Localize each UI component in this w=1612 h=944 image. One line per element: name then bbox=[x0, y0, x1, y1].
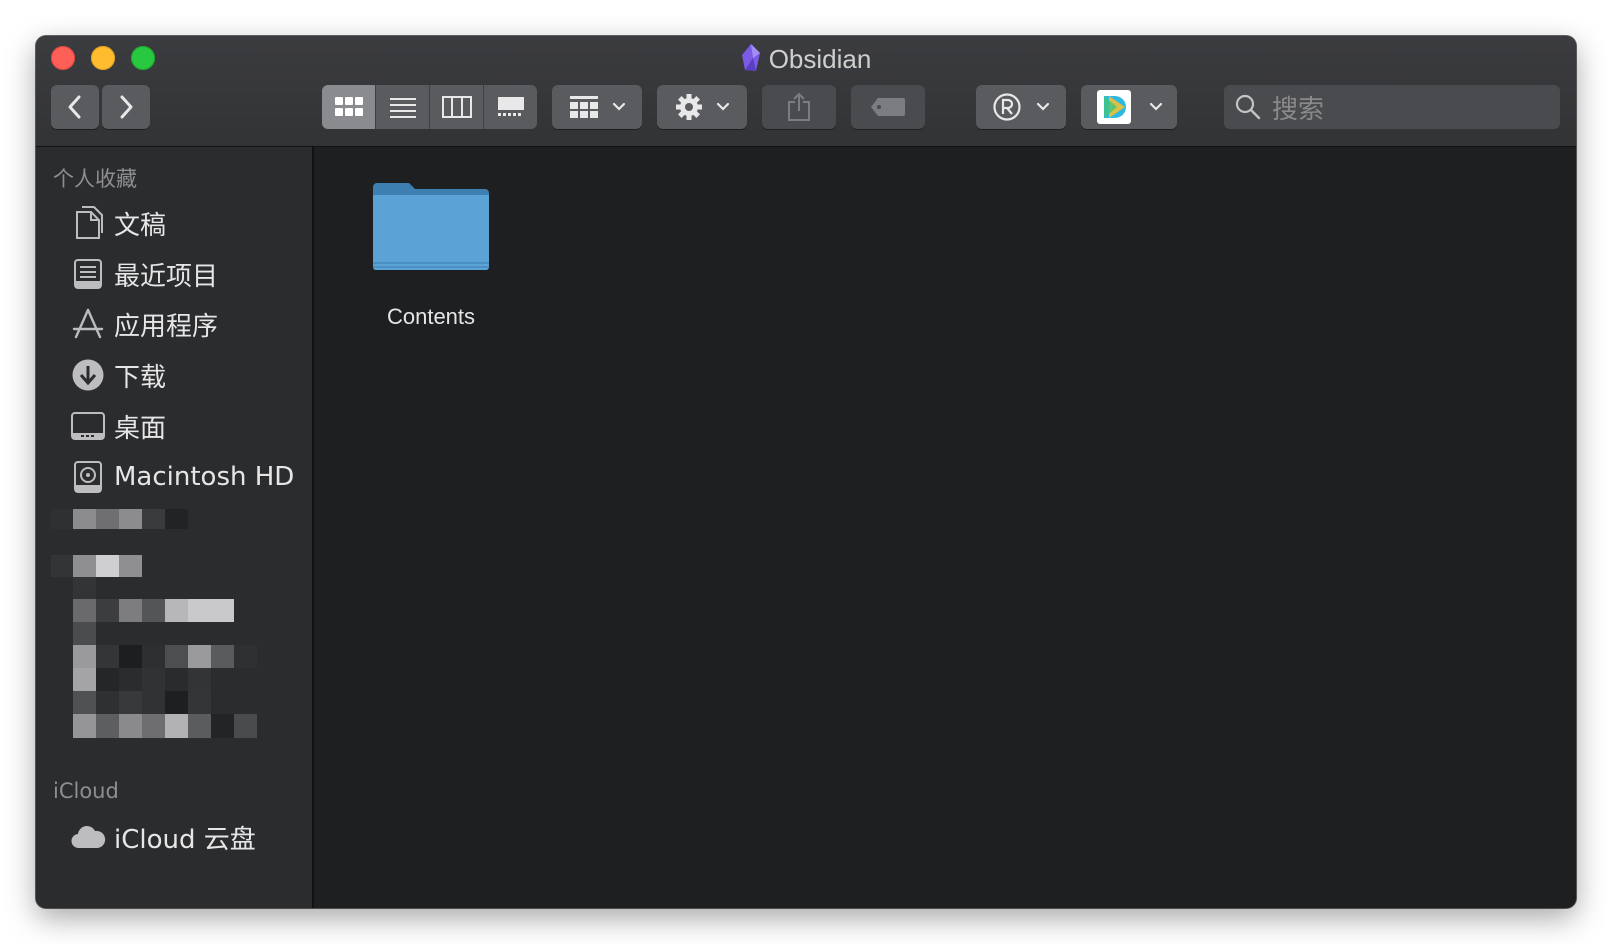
window-title-area: Obsidian bbox=[36, 44, 1576, 79]
applications-icon bbox=[70, 306, 106, 342]
sidebar-item-downloads[interactable]: 下载 bbox=[70, 355, 166, 395]
tag-icon bbox=[871, 98, 905, 116]
gallery-view-icon bbox=[497, 97, 524, 116]
sidebar-item-label: 最近项目 bbox=[114, 261, 219, 292]
registered-icon bbox=[993, 93, 1021, 121]
sidebar-item-label: 应用程序 bbox=[114, 311, 219, 342]
share-button[interactable] bbox=[762, 85, 836, 129]
chevron-left-icon bbox=[68, 95, 81, 119]
chevron-down-icon bbox=[1149, 102, 1163, 111]
list-view-button[interactable] bbox=[376, 85, 430, 129]
sidebar: 个人收藏 文稿 最近项目 应用程序 下载 桌面 Macintosh HD iCl… bbox=[36, 147, 314, 908]
favorites-section-title: 个人收藏 bbox=[53, 167, 137, 191]
cloud-icon bbox=[70, 819, 106, 855]
window-title: Obsidian bbox=[768, 44, 872, 74]
recents-icon bbox=[70, 256, 106, 292]
forward-button[interactable] bbox=[102, 85, 150, 129]
folder-icon bbox=[373, 183, 489, 270]
sidebar-item-icloud-drive[interactable]: iCloud 云盘 bbox=[70, 817, 256, 857]
harddisk-icon bbox=[70, 459, 106, 495]
sidebar-item-macintosh-hd[interactable]: Macintosh HD bbox=[70, 457, 294, 497]
list-view-icon bbox=[389, 98, 416, 118]
column-view-button[interactable] bbox=[430, 85, 484, 129]
registered-extension-button[interactable] bbox=[976, 85, 1066, 129]
sidebar-item-documents[interactable]: 文稿 bbox=[70, 203, 166, 243]
gallery-view-button[interactable] bbox=[484, 85, 537, 129]
view-mode-control bbox=[322, 85, 537, 129]
titlebar: Obsidian 搜索 bbox=[36, 36, 1576, 147]
action-menu-button[interactable] bbox=[657, 85, 747, 129]
group-by-button[interactable] bbox=[552, 85, 642, 129]
sidebar-item-applications[interactable]: 应用程序 bbox=[70, 304, 218, 344]
group-grid-icon bbox=[570, 96, 598, 118]
search-icon bbox=[1235, 94, 1261, 120]
sidebar-item-label: iCloud 云盘 bbox=[114, 824, 256, 855]
folder-item[interactable]: Contents bbox=[371, 177, 491, 330]
icloud-section-title: iCloud bbox=[53, 779, 119, 803]
file-browser-content: Contents bbox=[314, 147, 1576, 908]
sidebar-item-label: 文稿 bbox=[114, 210, 167, 241]
sidebar-item-recents[interactable]: 最近项目 bbox=[70, 254, 218, 294]
search-placeholder: 搜索 bbox=[1272, 94, 1325, 125]
sidebar-item-label: 桌面 bbox=[114, 413, 167, 444]
obsidian-gem-icon bbox=[741, 44, 761, 79]
share-icon bbox=[788, 92, 810, 121]
folder-name: Contents bbox=[386, 304, 476, 329]
finder-window: Obsidian 搜索 个人收藏 文稿 最近项目 应用程序 下载 桌面 Maci… bbox=[36, 36, 1576, 908]
tag-button[interactable] bbox=[851, 85, 925, 129]
desktop-icon bbox=[70, 408, 106, 444]
sidebar-item-label: Macintosh HD bbox=[114, 462, 295, 492]
sidebar-item-label: 下载 bbox=[114, 362, 167, 393]
document-icon bbox=[70, 205, 106, 241]
app-extension-icon bbox=[1097, 90, 1131, 124]
icon-view-icon bbox=[334, 97, 363, 116]
back-button[interactable] bbox=[51, 85, 99, 129]
chevron-down-icon bbox=[612, 102, 626, 111]
icon-view-button[interactable] bbox=[322, 85, 376, 129]
chevron-down-icon bbox=[716, 102, 730, 111]
column-view-icon bbox=[441, 96, 472, 118]
app-extension-button[interactable] bbox=[1081, 85, 1177, 129]
chevron-down-icon bbox=[1036, 102, 1050, 111]
downloads-icon bbox=[70, 357, 106, 393]
chevron-right-icon bbox=[120, 95, 133, 119]
gear-icon bbox=[676, 94, 702, 120]
search-field[interactable]: 搜索 bbox=[1224, 85, 1560, 129]
sidebar-item-desktop[interactable]: 桌面 bbox=[70, 406, 166, 446]
